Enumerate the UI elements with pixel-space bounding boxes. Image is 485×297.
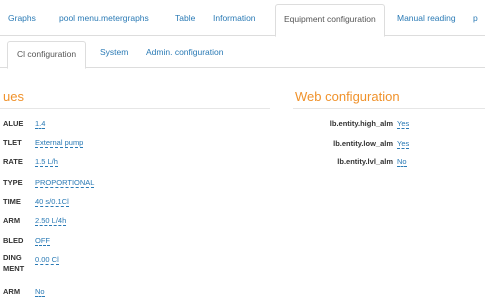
field-label: lb.entity.lvl_alm — [337, 157, 393, 166]
field-value[interactable]: OFF — [35, 236, 50, 246]
field-value[interactable]: 2.50 L/4h — [35, 216, 67, 226]
sub-tab-bar: Cl configuration System Admin. configura… — [0, 36, 485, 69]
section-heading-values: ues — [3, 89, 24, 104]
tab-cl-configuration[interactable]: Cl configuration — [7, 41, 87, 69]
field-value[interactable]: No — [397, 157, 407, 167]
tab-graphs[interactable]: Graphs — [8, 0, 36, 36]
field-value[interactable]: 0.00 Cl — [35, 255, 59, 265]
field-value[interactable]: No — [35, 287, 45, 297]
section-divider — [0, 108, 270, 109]
tab-system[interactable]: System — [100, 36, 128, 68]
field-value[interactable]: 40 s/0.1Cl — [35, 197, 69, 207]
field-label: ARM — [3, 287, 21, 296]
field-label: TYPE — [3, 178, 23, 187]
field-label: ALUE — [3, 119, 24, 128]
field-value[interactable]: Yes — [397, 119, 410, 129]
field-label: ARM — [3, 216, 21, 225]
field-label: RATE — [3, 157, 23, 166]
field-label: DING — [3, 253, 22, 262]
tab-table[interactable]: Table — [175, 0, 195, 36]
field-value[interactable]: External pump — [35, 138, 84, 148]
tab-pool-menu-metergraphs[interactable]: pool menu.metergraphs — [59, 0, 149, 36]
main-tab-bar: Graphs pool menu.metergraphs Table Infor… — [0, 0, 485, 37]
tab-information[interactable]: Information — [213, 0, 256, 36]
field-value[interactable]: 1.5 L/h — [35, 157, 58, 167]
field-value[interactable]: Yes — [397, 139, 410, 149]
field-label-line2: MENT — [3, 264, 25, 273]
field-label: BLED — [3, 236, 24, 245]
tab-overflow[interactable]: p — [473, 0, 478, 36]
field-label: lb.entity.high_alm — [329, 119, 393, 128]
field-value[interactable]: 1.4 — [35, 119, 46, 129]
section-heading-web-configuration: Web configuration — [295, 89, 400, 104]
tab-manual-reading[interactable]: Manual reading — [397, 0, 456, 36]
tab-admin-configuration[interactable]: Admin. configuration — [146, 36, 224, 68]
field-label: TLET — [3, 138, 22, 147]
field-label: TIME — [3, 197, 21, 206]
tab-equipment-configuration[interactable]: Equipment configuration — [275, 4, 385, 37]
field-label: lb.entity.low_alm — [333, 139, 393, 148]
section-divider — [293, 108, 485, 109]
field-value[interactable]: PROPORTIONAL — [35, 178, 95, 188]
